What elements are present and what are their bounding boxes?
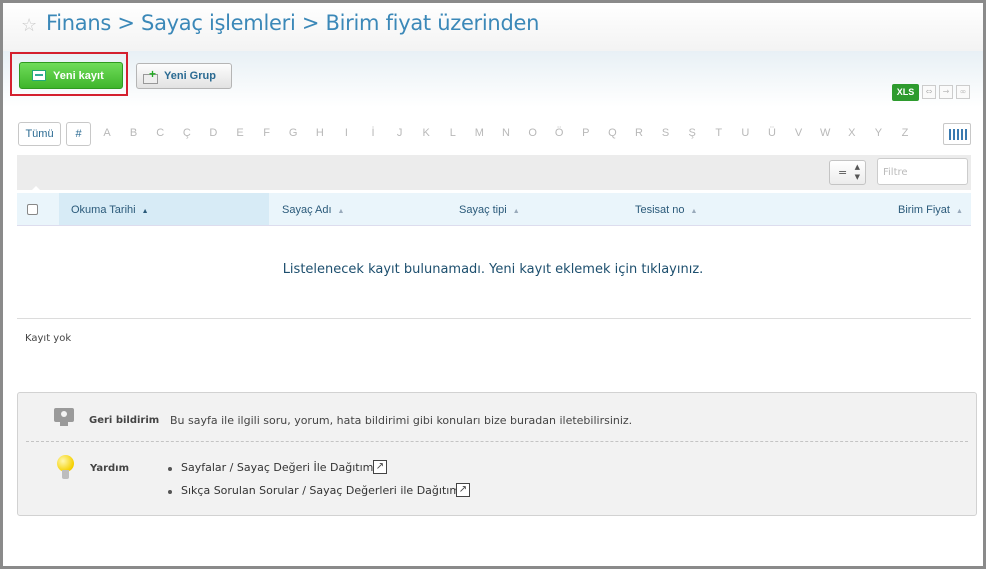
feedback-label[interactable]: Geri bildirim bbox=[89, 415, 159, 426]
feedback-text: Bu sayfa ile ilgili soru, yorum, hata bi… bbox=[170, 414, 633, 427]
column-header-sayac-adi[interactable]: Sayaç Adı ▲ bbox=[282, 193, 344, 225]
alpha-letter-button[interactable]: D bbox=[205, 122, 221, 146]
alpha-letter-button[interactable]: R bbox=[631, 122, 647, 146]
alpha-letter-button[interactable]: O bbox=[525, 122, 541, 146]
alpha-letter-button[interactable]: I bbox=[338, 122, 354, 146]
filter-input[interactable]: Filtre bbox=[877, 158, 968, 185]
alpha-letter-button[interactable]: X bbox=[844, 122, 860, 146]
alpha-letter-button[interactable]: B bbox=[126, 122, 142, 146]
alpha-all-button[interactable]: Tümü bbox=[18, 122, 61, 146]
alpha-letter-button[interactable]: Ö bbox=[551, 122, 567, 146]
filter-operator-select[interactable]: = ▲ ▼ bbox=[829, 160, 866, 185]
alpha-letter-button[interactable]: W bbox=[817, 122, 833, 146]
alpha-letter-button[interactable]: L bbox=[445, 122, 461, 146]
new-group-button[interactable]: + Yeni Grup bbox=[136, 63, 232, 89]
external-link-icon[interactable]: ↗ bbox=[456, 483, 470, 497]
alpha-letter-button[interactable]: Ç bbox=[179, 122, 195, 146]
alpha-letter-button[interactable]: F bbox=[259, 122, 275, 146]
new-group-label: Yeni Grup bbox=[164, 70, 216, 82]
star-icon[interactable]: ☆ bbox=[21, 15, 37, 36]
columns-icon[interactable] bbox=[943, 123, 971, 145]
add-group-icon: + bbox=[143, 67, 159, 84]
lightbulb-icon bbox=[57, 455, 74, 483]
fit-icon[interactable]: ∞ bbox=[956, 85, 970, 99]
alpha-hash-button[interactable]: # bbox=[66, 122, 91, 146]
alpha-letter-button[interactable]: A bbox=[99, 122, 115, 146]
help-link-1[interactable]: Sayfalar / Sayaç Değeri İle Dağıtım bbox=[181, 461, 373, 474]
export-xls-button[interactable]: XLS bbox=[892, 84, 919, 101]
bullet bbox=[168, 467, 172, 471]
alpha-letter-button[interactable]: İ bbox=[365, 122, 381, 146]
alpha-letter-button[interactable]: K bbox=[418, 122, 434, 146]
alpha-letter-button[interactable]: Z bbox=[897, 122, 913, 146]
alpha-letter-button[interactable]: Q bbox=[604, 122, 620, 146]
form-icon bbox=[32, 70, 46, 81]
column-header-birim-fiyat[interactable]: Birim Fiyat ▲ bbox=[898, 193, 963, 225]
filter-bar bbox=[17, 155, 971, 190]
sort-asc-icon: ▲ bbox=[141, 208, 149, 215]
select-all-checkbox[interactable] bbox=[27, 204, 38, 215]
external-link-icon[interactable]: ↗ bbox=[373, 460, 387, 474]
alpha-letter-button[interactable]: H bbox=[312, 122, 328, 146]
move-right-icon[interactable]: → bbox=[939, 85, 953, 99]
bullet bbox=[168, 490, 172, 494]
alpha-letter-button[interactable]: V bbox=[791, 122, 807, 146]
filter-operator-value: = bbox=[838, 166, 848, 179]
alpha-letter-button[interactable]: Ş bbox=[684, 122, 700, 146]
alpha-letter-button[interactable]: Ü bbox=[764, 122, 780, 146]
column-header-okuma-tarihi[interactable]: Okuma Tarihi ▲ bbox=[59, 193, 269, 225]
alpha-letter-button[interactable]: N bbox=[498, 122, 514, 146]
help-link-2[interactable]: Sıkça Sorulan Sorular / Sayaç Değerleri … bbox=[181, 484, 460, 497]
alpha-letter-button[interactable]: J bbox=[392, 122, 408, 146]
feedback-monitor-icon[interactable] bbox=[54, 408, 74, 426]
empty-table-message[interactable]: Listelenecek kayıt bulunamadı. Yeni kayı… bbox=[3, 262, 983, 277]
sort-icon: ▲ bbox=[512, 208, 520, 215]
alphabet-filter: Tümü # ABCÇDEFGHIİJKLMNOÖPQRSŞTUÜVWXYZ bbox=[3, 122, 983, 146]
help-panel: Geri bildirim Bu sayfa ile ilgili soru, … bbox=[17, 392, 977, 516]
page-title: Finans > Sayaç işlemleri > Birim fiyat ü… bbox=[46, 11, 540, 35]
divider bbox=[17, 318, 971, 319]
updown-icon: ▲ ▼ bbox=[854, 163, 860, 181]
column-header-tesisat-no[interactable]: Tesisat no ▲ bbox=[635, 193, 697, 225]
column-header-sayac-tipi[interactable]: Sayaç tipi ▲ bbox=[459, 193, 520, 225]
filter-caret bbox=[29, 186, 43, 193]
alpha-letter-button[interactable]: S bbox=[658, 122, 674, 146]
record-count: Kayıt yok bbox=[25, 333, 72, 344]
new-record-label: Yeni kayıt bbox=[53, 69, 104, 82]
table-header: Okuma Tarihi ▲ Sayaç Adı ▲ Sayaç tipi ▲ Tes… bbox=[17, 193, 971, 226]
alpha-letter-button[interactable]: G bbox=[285, 122, 301, 146]
alpha-letter-button[interactable]: C bbox=[152, 122, 168, 146]
alpha-letter-button[interactable]: T bbox=[711, 122, 727, 146]
help-label: Yardım bbox=[90, 463, 130, 474]
new-record-button[interactable]: Yeni kayıt bbox=[19, 62, 123, 89]
expand-columns-icon[interactable]: ⇔ bbox=[922, 85, 936, 99]
alpha-letter-button[interactable]: Y bbox=[870, 122, 886, 146]
sort-icon: ▲ bbox=[337, 208, 345, 215]
alpha-letter-button[interactable]: E bbox=[232, 122, 248, 146]
alpha-letter-button[interactable]: M bbox=[471, 122, 487, 146]
alpha-letter-button[interactable]: P bbox=[578, 122, 594, 146]
help-divider bbox=[26, 441, 968, 442]
sort-icon: ▲ bbox=[690, 208, 698, 215]
sort-icon: ▲ bbox=[955, 208, 963, 215]
alpha-letter-button[interactable]: U bbox=[737, 122, 753, 146]
